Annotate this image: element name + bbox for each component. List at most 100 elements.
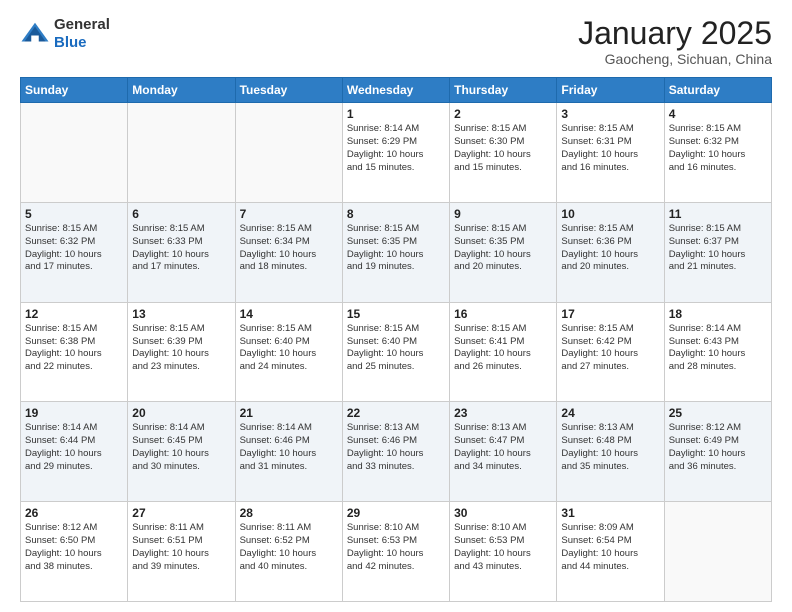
day-info: Sunrise: 8:14 AM Sunset: 6:46 PM Dayligh… [240,422,338,473]
day-number: 8 [347,207,445,221]
day-info: Sunrise: 8:15 AM Sunset: 6:38 PM Dayligh… [25,323,123,374]
table-row: 16 Sunrise: 8:15 AM Sunset: 6:41 PM Dayli… [450,302,557,402]
day-number: 28 [240,506,338,520]
day-info: Sunrise: 8:15 AM Sunset: 6:42 PM Dayligh… [561,323,659,374]
day-number: 15 [347,307,445,321]
day-info: Sunrise: 8:10 AM Sunset: 6:53 PM Dayligh… [454,522,552,573]
day-number: 3 [561,107,659,121]
table-row [128,103,235,203]
day-number: 5 [25,207,123,221]
table-row: 19 Sunrise: 8:14 AM Sunset: 6:44 PM Dayli… [21,402,128,502]
calendar-week-row: 26 Sunrise: 8:12 AM Sunset: 6:50 PM Dayli… [21,502,772,602]
day-info: Sunrise: 8:15 AM Sunset: 6:40 PM Dayligh… [240,323,338,374]
table-row: 26 Sunrise: 8:12 AM Sunset: 6:50 PM Dayli… [21,502,128,602]
day-number: 22 [347,406,445,420]
day-number: 13 [132,307,230,321]
table-row: 5 Sunrise: 8:15 AM Sunset: 6:32 PM Daylig… [21,202,128,302]
table-row: 2 Sunrise: 8:15 AM Sunset: 6:30 PM Daylig… [450,103,557,203]
day-info: Sunrise: 8:15 AM Sunset: 6:40 PM Dayligh… [347,323,445,374]
day-info: Sunrise: 8:15 AM Sunset: 6:31 PM Dayligh… [561,123,659,174]
logo: General Blue [20,16,110,52]
day-number: 21 [240,406,338,420]
day-number: 9 [454,207,552,221]
day-number: 27 [132,506,230,520]
month-title: January 2025 [578,16,772,51]
table-row: 4Sunrise: 8:15 AM Sunset: 6:32 PM Daylig… [664,103,771,203]
day-info: Sunrise: 8:14 AM Sunset: 6:44 PM Dayligh… [25,422,123,473]
day-info: Sunrise: 8:15 AM Sunset: 6:34 PM Dayligh… [240,223,338,274]
logo-icon [20,19,50,49]
day-info: Sunrise: 8:13 AM Sunset: 6:48 PM Dayligh… [561,422,659,473]
day-number: 20 [132,406,230,420]
day-number: 6 [132,207,230,221]
table-row: 22 Sunrise: 8:13 AM Sunset: 6:46 PM Dayli… [342,402,449,502]
day-number: 14 [240,307,338,321]
day-number: 24 [561,406,659,420]
day-info: Sunrise: 8:15 AM Sunset: 6:32 PM Dayligh… [669,123,767,174]
table-row [21,103,128,203]
col-sunday: Sunday [21,78,128,103]
calendar-week-row: 12 Sunrise: 8:15 AM Sunset: 6:38 PM Dayli… [21,302,772,402]
table-row: 18Sunrise: 8:14 AM Sunset: 6:43 PM Dayli… [664,302,771,402]
day-number: 25 [669,406,767,420]
day-info: Sunrise: 8:15 AM Sunset: 6:30 PM Dayligh… [454,123,552,174]
calendar-week-row: 19 Sunrise: 8:14 AM Sunset: 6:44 PM Dayli… [21,402,772,502]
table-row: 8 Sunrise: 8:15 AM Sunset: 6:35 PM Daylig… [342,202,449,302]
table-row: 28 Sunrise: 8:11 AM Sunset: 6:52 PM Dayli… [235,502,342,602]
day-info: Sunrise: 8:15 AM Sunset: 6:39 PM Dayligh… [132,323,230,374]
day-info: Sunrise: 8:12 AM Sunset: 6:50 PM Dayligh… [25,522,123,573]
calendar-week-row: 5 Sunrise: 8:15 AM Sunset: 6:32 PM Daylig… [21,202,772,302]
day-number: 31 [561,506,659,520]
day-info: Sunrise: 8:15 AM Sunset: 6:41 PM Dayligh… [454,323,552,374]
day-number: 11 [669,207,767,221]
day-info: Sunrise: 8:15 AM Sunset: 6:33 PM Dayligh… [132,223,230,274]
table-row: 27Sunrise: 8:11 AM Sunset: 6:51 PM Dayli… [128,502,235,602]
table-row: 14 Sunrise: 8:15 AM Sunset: 6:40 PM Dayli… [235,302,342,402]
day-number: 19 [25,406,123,420]
day-number: 10 [561,207,659,221]
day-number: 2 [454,107,552,121]
page: General Blue January 2025 Gaocheng, Sich… [0,0,792,612]
title-section: January 2025 Gaocheng, Sichuan, China [578,16,772,67]
col-thursday: Thursday [450,78,557,103]
calendar: Sunday Monday Tuesday Wednesday Thursday… [20,77,772,602]
day-number: 16 [454,307,552,321]
day-info: Sunrise: 8:15 AM Sunset: 6:32 PM Dayligh… [25,223,123,274]
day-info: Sunrise: 8:12 AM Sunset: 6:49 PM Dayligh… [669,422,767,473]
day-info: Sunrise: 8:15 AM Sunset: 6:35 PM Dayligh… [347,223,445,274]
table-row: 13 Sunrise: 8:15 AM Sunset: 6:39 PM Dayli… [128,302,235,402]
table-row: 30 Sunrise: 8:10 AM Sunset: 6:53 PM Dayli… [450,502,557,602]
table-row: 31Sunrise: 8:09 AM Sunset: 6:54 PM Dayli… [557,502,664,602]
col-wednesday: Wednesday [342,78,449,103]
day-info: Sunrise: 8:15 AM Sunset: 6:37 PM Dayligh… [669,223,767,274]
day-number: 30 [454,506,552,520]
table-row: 25 Sunrise: 8:12 AM Sunset: 6:49 PM Dayli… [664,402,771,502]
day-info: Sunrise: 8:13 AM Sunset: 6:47 PM Dayligh… [454,422,552,473]
col-friday: Friday [557,78,664,103]
day-info: Sunrise: 8:13 AM Sunset: 6:46 PM Dayligh… [347,422,445,473]
day-info: Sunrise: 8:14 AM Sunset: 6:43 PM Dayligh… [669,323,767,374]
day-number: 12 [25,307,123,321]
table-row [235,103,342,203]
day-number: 26 [25,506,123,520]
table-row: 11 Sunrise: 8:15 AM Sunset: 6:37 PM Dayli… [664,202,771,302]
table-row: 1Sunrise: 8:14 AM Sunset: 6:29 PM Daylig… [342,103,449,203]
table-row: 29Sunrise: 8:10 AM Sunset: 6:53 PM Dayli… [342,502,449,602]
table-row: 12 Sunrise: 8:15 AM Sunset: 6:38 PM Dayli… [21,302,128,402]
day-info: Sunrise: 8:10 AM Sunset: 6:53 PM Dayligh… [347,522,445,573]
day-info: Sunrise: 8:11 AM Sunset: 6:52 PM Dayligh… [240,522,338,573]
day-info: Sunrise: 8:15 AM Sunset: 6:36 PM Dayligh… [561,223,659,274]
col-tuesday: Tuesday [235,78,342,103]
table-row: 23 Sunrise: 8:13 AM Sunset: 6:47 PM Dayli… [450,402,557,502]
logo-general: General [54,16,110,33]
table-row [664,502,771,602]
logo-text: General Blue [54,16,110,52]
col-monday: Monday [128,78,235,103]
day-info: Sunrise: 8:14 AM Sunset: 6:45 PM Dayligh… [132,422,230,473]
day-number: 23 [454,406,552,420]
table-row: 3 Sunrise: 8:15 AM Sunset: 6:31 PM Daylig… [557,103,664,203]
day-number: 17 [561,307,659,321]
calendar-header-row: Sunday Monday Tuesday Wednesday Thursday… [21,78,772,103]
col-saturday: Saturday [664,78,771,103]
calendar-week-row: 1Sunrise: 8:14 AM Sunset: 6:29 PM Daylig… [21,103,772,203]
